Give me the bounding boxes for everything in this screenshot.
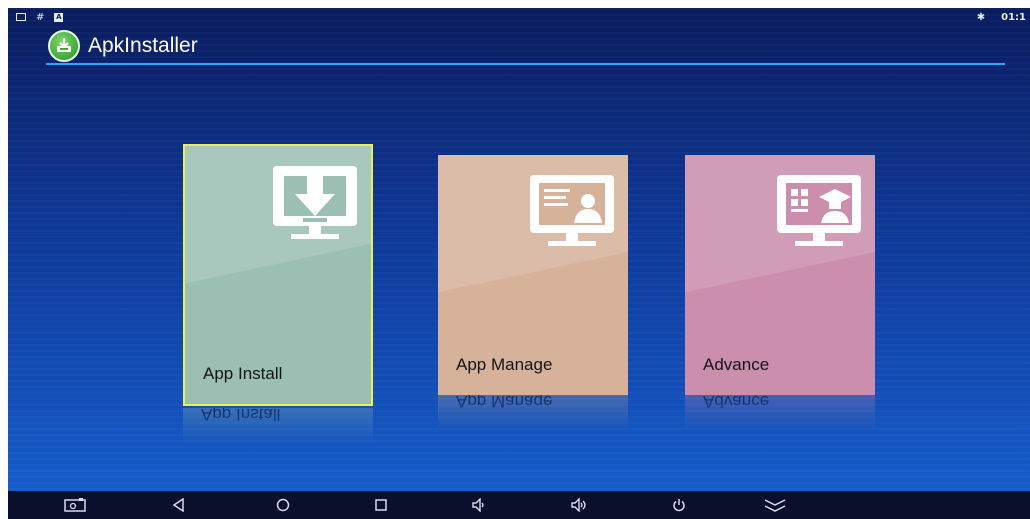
home-icon[interactable] — [272, 495, 294, 515]
contact-card-icon — [528, 173, 616, 257]
volume-up-icon[interactable] — [568, 495, 590, 515]
screenshot-icon[interactable] — [64, 495, 86, 515]
app-install-tile[interactable]: App Install — [183, 144, 373, 406]
power-icon[interactable] — [668, 495, 690, 515]
advance-reflection: Advance — [685, 395, 875, 431]
status-bar: # A ✱ 01:1 — [8, 8, 1030, 26]
tile-label: App Manage — [456, 355, 553, 374]
back-icon[interactable] — [168, 495, 190, 515]
reflection-label: App Manage — [456, 395, 553, 411]
status-right: ✱ 01:1 — [977, 12, 1030, 23]
hash-icon: # — [36, 11, 45, 23]
clock: 01:1 — [1001, 11, 1026, 23]
reflection-label: App Install — [201, 408, 281, 424]
screen-icon — [16, 13, 26, 21]
recents-icon[interactable] — [370, 495, 392, 515]
a-icon: A — [54, 12, 64, 22]
screen: # A ✱ 01:1 ApkInstaller App Install App … — [8, 8, 1030, 519]
bluetooth-icon: ✱ — [976, 11, 986, 23]
app-install-reflection: App Install — [183, 408, 373, 444]
collapse-icon[interactable] — [762, 495, 788, 515]
status-left: # A — [8, 11, 64, 23]
apk-installer-logo-icon — [48, 30, 80, 62]
advance-tile[interactable]: Advance — [685, 155, 875, 395]
title-divider — [46, 63, 1005, 65]
tile-label: App Install — [203, 364, 283, 383]
navigation-bar — [8, 491, 1030, 519]
app-manage-reflection: App Manage — [438, 395, 628, 431]
volume-down-icon[interactable] — [468, 495, 490, 515]
tile-label: Advance — [703, 355, 770, 374]
grid-graduation-icon — [775, 173, 863, 257]
app-header: ApkInstaller — [48, 26, 198, 66]
app-manage-tile[interactable]: App Manage — [438, 155, 628, 395]
app-title: ApkInstaller — [88, 34, 198, 57]
reflection-label: Advance — [703, 395, 770, 411]
download-monitor-icon — [271, 164, 359, 248]
